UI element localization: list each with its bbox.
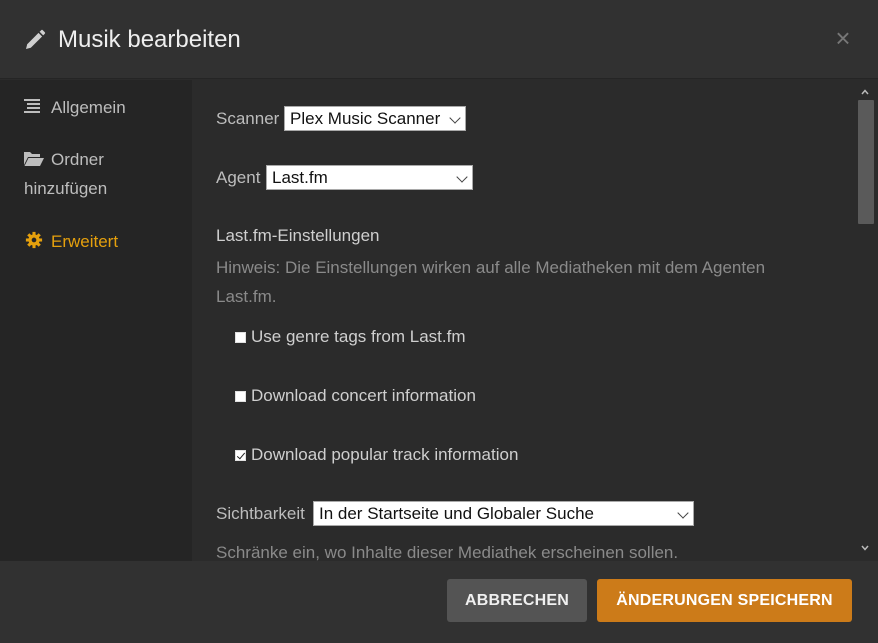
sidebar-item-label: Allgemein (51, 98, 126, 117)
pencil-icon (26, 29, 46, 49)
dialog-title: Musik bearbeiten (58, 26, 241, 53)
visibility-select-value: In der Startseite und Globaler Suche (319, 504, 594, 523)
lastfm-settings-title: Last.fm-Einstellungen (216, 226, 380, 245)
chevron-down-icon (677, 507, 689, 519)
dialog-header: Musik bearbeiten × (0, 0, 878, 79)
visibility-label: Sichtbarkeit (216, 504, 305, 523)
checkbox-checked[interactable] (235, 450, 246, 461)
scanner-label: Scanner (216, 109, 280, 128)
checkbox[interactable] (235, 332, 246, 343)
scanner-select[interactable]: Plex Music Scanner (284, 106, 466, 131)
scrollbar-thumb[interactable] (858, 100, 874, 224)
edit-library-dialog: Musik bearbeiten × Allgemein Ordner hinz… (0, 0, 878, 643)
sidebar-item-general[interactable]: Allgemein (24, 93, 126, 122)
agent-select-value: Last.fm (272, 168, 328, 187)
list-icon (24, 99, 40, 113)
dialog-footer: ABBRECHEN ÄNDERUNGEN SPEICHERN (0, 561, 878, 643)
sidebar-item-label-line2: hinzufügen (24, 179, 108, 198)
save-changes-button[interactable]: ÄNDERUNGEN SPEICHERN (597, 579, 852, 622)
checkbox-label: Download popular track information (251, 445, 519, 464)
sidebar-item-add-folder[interactable]: Ordner hinzufügen (24, 145, 107, 203)
sidebar: Allgemein Ordner hinzufügen Erweitert (0, 80, 192, 561)
cancel-button[interactable]: ABBRECHEN (447, 579, 587, 622)
gear-icon (25, 231, 43, 249)
agent-label: Agent (216, 168, 261, 187)
scanner-select-value: Plex Music Scanner (290, 109, 441, 128)
scrollbar[interactable] (856, 80, 878, 561)
folder-open-icon (24, 152, 44, 166)
scroll-up-icon[interactable] (861, 88, 869, 96)
visibility-description: Schränke ein, wo Inhalte dieser Mediathe… (216, 543, 679, 561)
checkbox[interactable] (235, 391, 246, 402)
checkmark-icon (236, 450, 246, 460)
checkbox-label: Download concert information (251, 386, 476, 405)
chevron-down-icon (456, 171, 468, 183)
sidebar-item-label: Ordner (51, 150, 104, 169)
visibility-select[interactable]: In der Startseite und Globaler Suche (313, 501, 694, 526)
lastfm-settings-hint: Hinweis: Die Einstellungen wirken auf al… (216, 258, 766, 306)
sidebar-item-label: Erweitert (51, 232, 119, 251)
agent-select[interactable]: Last.fm (266, 165, 473, 190)
close-icon[interactable]: × (831, 25, 855, 51)
sidebar-item-advanced[interactable]: Erweitert (24, 227, 118, 256)
settings-panel: Scanner Plex Music Scanner Agent Last.fm… (192, 80, 856, 561)
checkbox-label: Use genre tags from Last.fm (251, 327, 466, 346)
scroll-down-icon[interactable] (861, 544, 869, 552)
chevron-down-icon (449, 112, 461, 124)
